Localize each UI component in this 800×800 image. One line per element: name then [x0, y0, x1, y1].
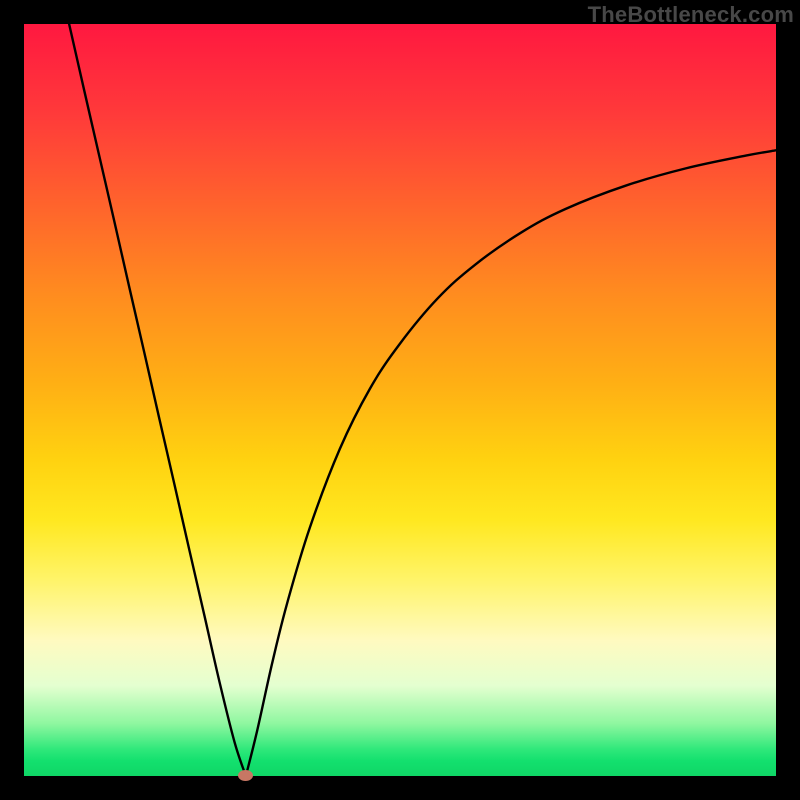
bottleneck-curve — [24, 24, 776, 776]
minimum-marker — [238, 770, 253, 781]
curve-right-branch — [246, 150, 776, 776]
curve-left-branch — [69, 24, 246, 776]
watermark-text: TheBottleneck.com — [588, 2, 794, 28]
